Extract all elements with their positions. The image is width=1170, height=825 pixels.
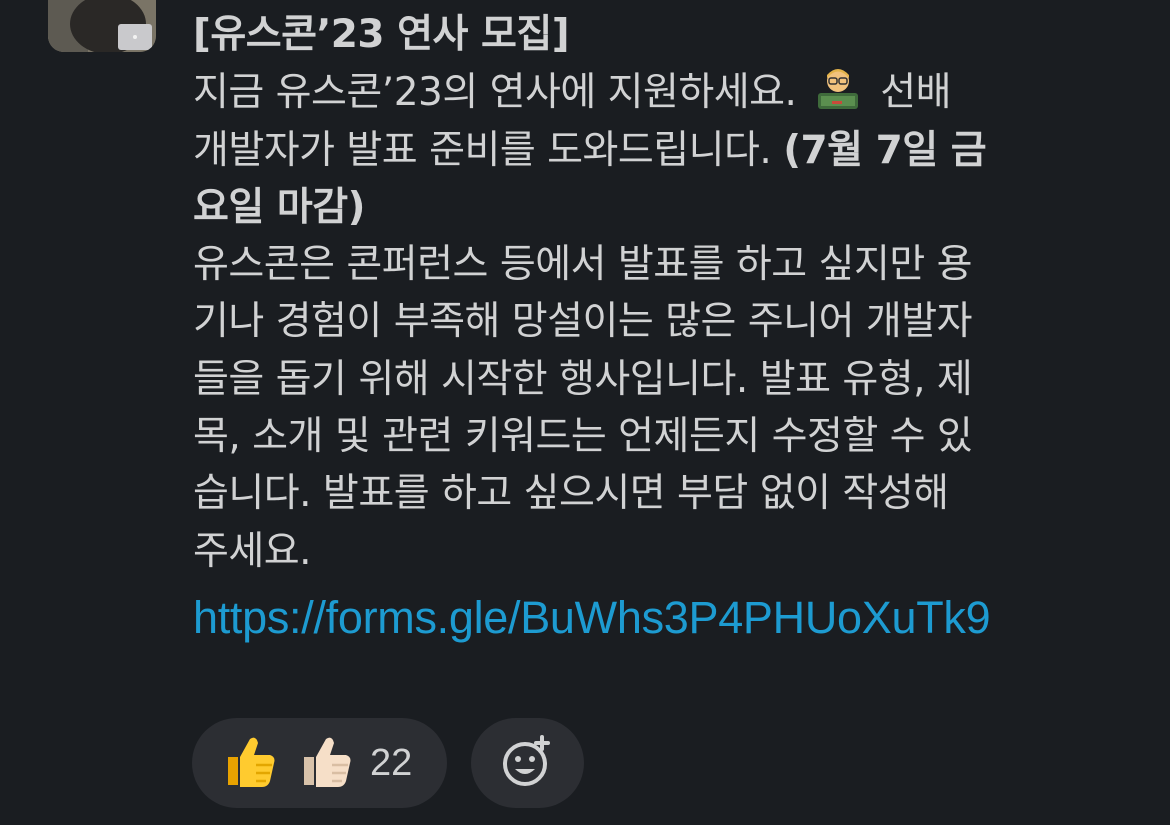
- thumbs-up-yellow-icon: [218, 731, 294, 795]
- intro-text-3: 개발자가 발표 준비를 도와드립니다.: [193, 127, 772, 173]
- body-line-5: 습니다. 발표를 하고 싶으시면 부담 없이 작성해: [193, 471, 949, 517]
- reactions-bar: 22: [192, 718, 584, 808]
- body-line-2: 기나 경험이 부족해 망설이는 많은 주니어 개발자: [193, 299, 972, 345]
- message-body: [유스콘’23 연사 모집] 지금 유스콘’23의 연사에 지원하세요. 선배 …: [193, 6, 1128, 648]
- thumbs-up-light-icon: [294, 731, 370, 795]
- intro-text-1: 지금 유스콘’23의 연사에 지원하세요.: [193, 70, 797, 116]
- deadline-text-1: (7월 7일 금: [783, 127, 987, 173]
- message-title: [유스콘’23 연사 모집]: [193, 12, 570, 57]
- teacher-emoji-icon: [814, 63, 862, 111]
- thumbs-up-reaction[interactable]: 22: [192, 718, 447, 808]
- add-reaction-icon: [498, 731, 558, 795]
- deadline-text-2: 요일 마감): [193, 184, 365, 230]
- body-line-6: 주세요.: [193, 528, 312, 574]
- body-line-4: 목, 소개 및 관련 키워드는 언제든지 수정할 수 있: [193, 414, 973, 460]
- intro-text-2: 선배: [880, 70, 952, 116]
- body-line-1: 유스콘은 콘퍼런스 등에서 발표를 하고 싶지만 용: [193, 242, 972, 288]
- reaction-count: 22: [370, 741, 413, 784]
- body-line-3: 들을 돕기 위해 시작한 행사입니다. 발표 유형, 제: [193, 356, 973, 402]
- intro-line-1: 지금 유스콘’23의 연사에 지원하세요. 선배: [193, 63, 1128, 121]
- avatar[interactable]: [48, 0, 156, 52]
- add-reaction-button[interactable]: [471, 718, 584, 808]
- intro-line-2: 개발자가 발표 준비를 도와드립니다. (7월 7일 금: [193, 122, 1128, 179]
- form-link[interactable]: https://forms.gle/BuWhs3P4PHUoXuTk9: [193, 588, 991, 648]
